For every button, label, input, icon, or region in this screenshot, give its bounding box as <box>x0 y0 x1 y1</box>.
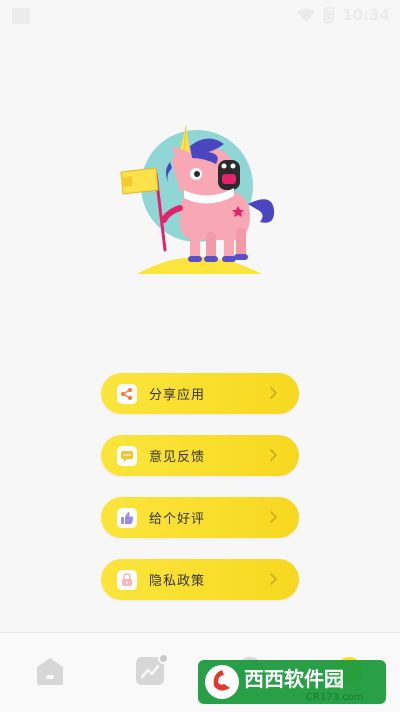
status-bar: 10:34 <box>0 0 400 32</box>
home-icon <box>37 658 63 685</box>
share-icon <box>117 383 137 404</box>
unicorn-mascot-illustration <box>120 125 275 274</box>
nav-home-tab[interactable] <box>34 655 66 687</box>
notification-dot <box>158 653 169 664</box>
menu-label-rate: 给个好评 <box>149 512 206 527</box>
watermark-url-text: CR173.com <box>306 692 364 703</box>
nav-stats-tab[interactable] <box>134 653 169 687</box>
feedback-button[interactable]: 意见反馈 <box>101 435 299 476</box>
chevron-right-icon <box>270 511 277 523</box>
status-time: 10:34 <box>342 6 390 24</box>
thumbs-up-icon <box>117 507 137 528</box>
menu-list: 分享应用 意见反馈 给个好评 隐私政策 <box>101 373 299 621</box>
status-right: 10:34 <box>296 6 390 24</box>
lock-icon <box>117 569 137 590</box>
share-app-button[interactable]: 分享应用 <box>101 373 299 414</box>
battery-icon <box>324 7 335 23</box>
notification-icon <box>12 8 30 24</box>
menu-label-privacy: 隐私政策 <box>149 574 206 589</box>
rate-app-button[interactable]: 给个好评 <box>101 497 299 538</box>
privacy-policy-button[interactable]: 隐私政策 <box>101 559 299 600</box>
chevron-right-icon <box>270 449 277 461</box>
chevron-right-icon <box>270 387 277 399</box>
watermark-brand-text: 西西软件园 <box>244 667 344 691</box>
site-watermark-logo: 西西软件园 CR173.com <box>198 660 386 704</box>
wifi-icon <box>297 8 316 22</box>
chevron-right-icon <box>270 573 277 585</box>
menu-label-feedback: 意见反馈 <box>149 450 206 465</box>
chat-bubble-icon <box>117 445 137 466</box>
menu-label-share: 分享应用 <box>149 388 206 403</box>
